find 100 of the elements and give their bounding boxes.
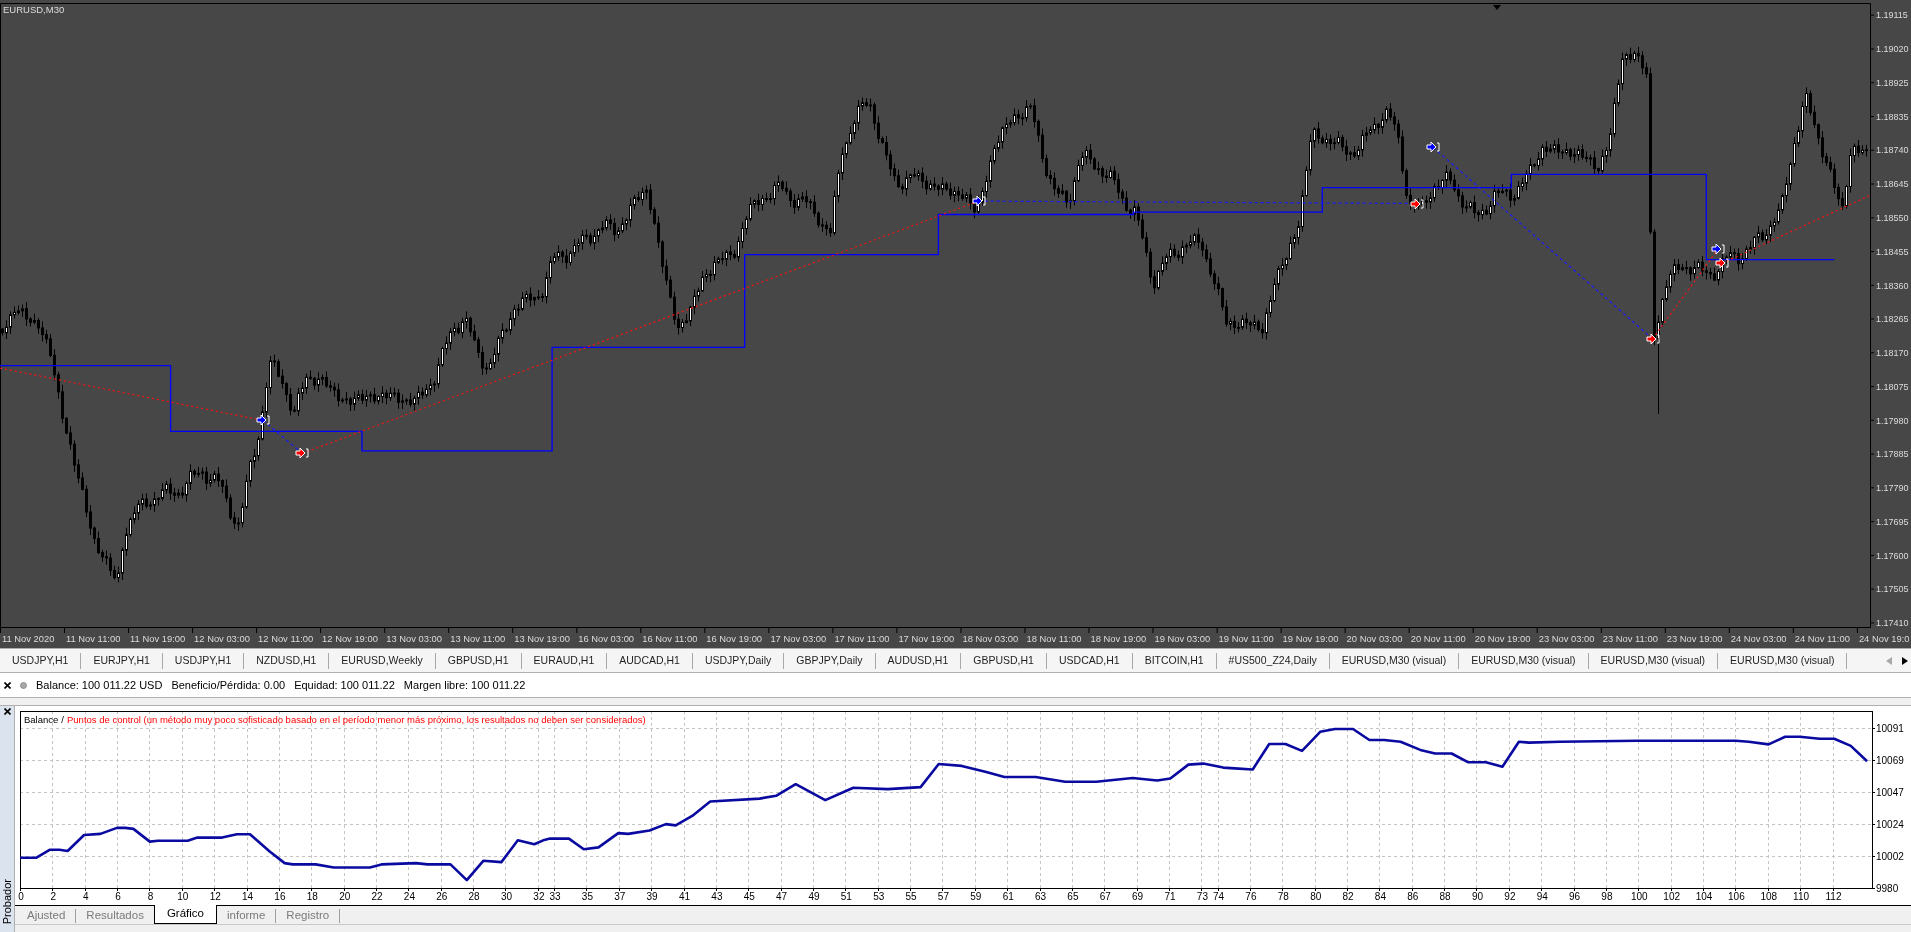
time-label: 12 Nov 03:00 xyxy=(194,633,250,644)
chart-tab[interactable]: GBPJPY,Daily xyxy=(784,652,876,669)
x-tick-label: 55 xyxy=(905,891,917,902)
time-label: 18 Nov 11:00 xyxy=(1026,633,1082,644)
x-tick-label: 57 xyxy=(937,891,949,902)
chart-note: Puntos de control (un método muy poco sofisticado basado en el período menor más próximo, los resultados no deben ser considerados) xyxy=(67,714,646,726)
legend-separator: / xyxy=(61,714,64,726)
x-tick-label: 110 xyxy=(1793,891,1810,902)
x-tick-label: 22 xyxy=(371,891,383,902)
x-tick-label: 24 xyxy=(403,891,415,902)
chart-tab[interactable]: GBPUSD,H1 xyxy=(435,652,522,669)
panel-tab[interactable]: Gráfico xyxy=(153,905,217,924)
arrow-marker-icon xyxy=(972,195,986,207)
chart-tab[interactable]: GBPUSD,H1 xyxy=(961,652,1047,669)
x-tick-label: 69 xyxy=(1132,891,1144,902)
x-tick-label: 65 xyxy=(1067,891,1079,902)
x-tick-label: 30 xyxy=(500,891,513,902)
arrow-marker-icon xyxy=(1426,141,1440,153)
x-tick-label: 10 xyxy=(177,891,189,902)
price-label: 1.18360 xyxy=(1876,280,1909,291)
arrow-marker-icon xyxy=(1715,257,1729,269)
chart-tab[interactable]: EURAUD,H1 xyxy=(521,652,608,669)
arrow-marker-icon xyxy=(256,414,270,426)
x-tick-label: 20 xyxy=(339,891,351,902)
x-tick-label: 104 xyxy=(1695,891,1713,902)
y-tick-label: 10047 xyxy=(1876,786,1904,798)
arrow-marker-icon xyxy=(1646,333,1660,345)
chart-tab[interactable]: USDJPY,Daily xyxy=(692,652,785,669)
x-tick-label: 76 xyxy=(1245,891,1257,902)
time-label: 20 Nov 03:00 xyxy=(1346,633,1403,644)
chart-tab[interactable]: USDCAD,H1 xyxy=(1046,652,1133,669)
time-label: 23 Nov 19:00 xyxy=(1666,633,1723,644)
price-label: 1.17980 xyxy=(1876,415,1909,426)
x-tick-label: 16 xyxy=(274,891,286,902)
x-tick-label: 67 xyxy=(1099,891,1111,902)
chart-tab[interactable]: EURUSD,M30 (visual) xyxy=(1459,652,1589,669)
x-tick-label: 41 xyxy=(678,891,691,902)
x-tick-label: 53 xyxy=(873,891,885,902)
chart-tab[interactable]: AUDCAD,H1 xyxy=(607,652,693,669)
time-label: 20 Nov 19:00 xyxy=(1474,633,1531,644)
x-tick-label: 74 xyxy=(1213,891,1225,902)
x-tick-label: 4 xyxy=(82,891,89,902)
chart-tab[interactable]: USDJPY,H1 xyxy=(0,652,82,669)
chart-tab[interactable]: EURUSD,M30 (visual) xyxy=(1718,652,1848,669)
x-tick-label: 71 xyxy=(1164,891,1176,902)
chart-tab[interactable]: EURJPY,H1 xyxy=(81,652,163,669)
time-label: 18 Nov 03:00 xyxy=(962,633,1019,644)
legend-label: Balance xyxy=(24,714,59,726)
time-label: 24 Nov 11:00 xyxy=(1794,633,1850,644)
x-tick-label: 98 xyxy=(1601,891,1613,902)
price-label: 1.17885 xyxy=(1876,449,1909,460)
scroll-right-icon[interactable] xyxy=(1902,656,1908,665)
time-label: 20 Nov 11:00 xyxy=(1410,633,1466,644)
time-label: 11 Nov 19:00 xyxy=(130,633,186,644)
x-tick-label: 35 xyxy=(581,891,593,902)
time-label: 17 Nov 11:00 xyxy=(834,633,890,644)
chart-tab[interactable]: EURUSD,M30 (visual) xyxy=(1329,652,1460,669)
panel-tab[interactable]: Resultados xyxy=(76,909,154,923)
x-tick-label: 102 xyxy=(1663,891,1681,902)
chart-tab[interactable]: #US500_Z24,Daily xyxy=(1216,652,1330,669)
panel-tab[interactable]: Ajusted xyxy=(17,909,77,923)
price-label: 1.18170 xyxy=(1876,348,1909,358)
arrow-marker-icon xyxy=(295,447,309,459)
time-label: 19 Nov 03:00 xyxy=(1154,633,1211,644)
x-tick-label: 18 xyxy=(306,891,318,902)
price-label: 1.19115 xyxy=(1876,10,1908,21)
chart-tab[interactable]: USDJPY,H1 xyxy=(162,652,245,669)
account-summary: Equidad: 100 011.22 xyxy=(294,677,395,693)
chart-tab[interactable]: NZDUSD,H1 xyxy=(244,652,330,669)
x-tick-label: 49 xyxy=(808,891,820,902)
panel-tab[interactable]: informe xyxy=(217,909,277,923)
time-label: 24 Nov 19:0 xyxy=(1858,633,1910,644)
x-tick-label: 63 xyxy=(1034,891,1047,902)
time-label: 12 Nov 19:00 xyxy=(322,633,378,644)
x-tick-label: 33 xyxy=(549,891,561,902)
chart-tab[interactable]: BITCOIN,H1 xyxy=(1132,652,1217,669)
x-tick-label: 45 xyxy=(743,891,755,902)
x-tick-label: 47 xyxy=(776,891,788,902)
x-tick-label: 84 xyxy=(1374,891,1386,902)
chart-tab[interactable]: AUDUSD,H1 xyxy=(875,652,962,669)
x-tick-label: 94 xyxy=(1536,891,1548,902)
chart-tab[interactable]: EURUSD,M30 (visual) xyxy=(1588,652,1719,669)
x-tick-label: 28 xyxy=(468,891,480,902)
x-tick-label: 86 xyxy=(1407,891,1419,902)
panel-tab[interactable]: Registro xyxy=(276,909,341,923)
price-label: 1.19020 xyxy=(1876,44,1909,55)
chart-tab[interactable]: EURUSD,Weekly xyxy=(329,652,436,669)
price-label: 1.17790 xyxy=(1876,483,1909,493)
close-icon[interactable] xyxy=(3,681,11,689)
x-tick-label: 2 xyxy=(50,891,57,902)
y-tick-label: 10091 xyxy=(1876,722,1904,734)
x-tick-label: 61 xyxy=(1002,891,1014,902)
x-tick-label: 59 xyxy=(970,891,982,902)
triangle-marker-icon[interactable] xyxy=(1493,5,1501,10)
time-label: 23 Nov 11:00 xyxy=(1602,633,1658,644)
close-icon[interactable] xyxy=(3,708,11,715)
account-summary: Beneficio/Pérdida: 0.00 xyxy=(171,677,286,693)
time-label: 19 Nov 11:00 xyxy=(1218,633,1274,644)
x-tick-label: 37 xyxy=(614,891,626,902)
price-label: 1.18835 xyxy=(1876,111,1909,122)
